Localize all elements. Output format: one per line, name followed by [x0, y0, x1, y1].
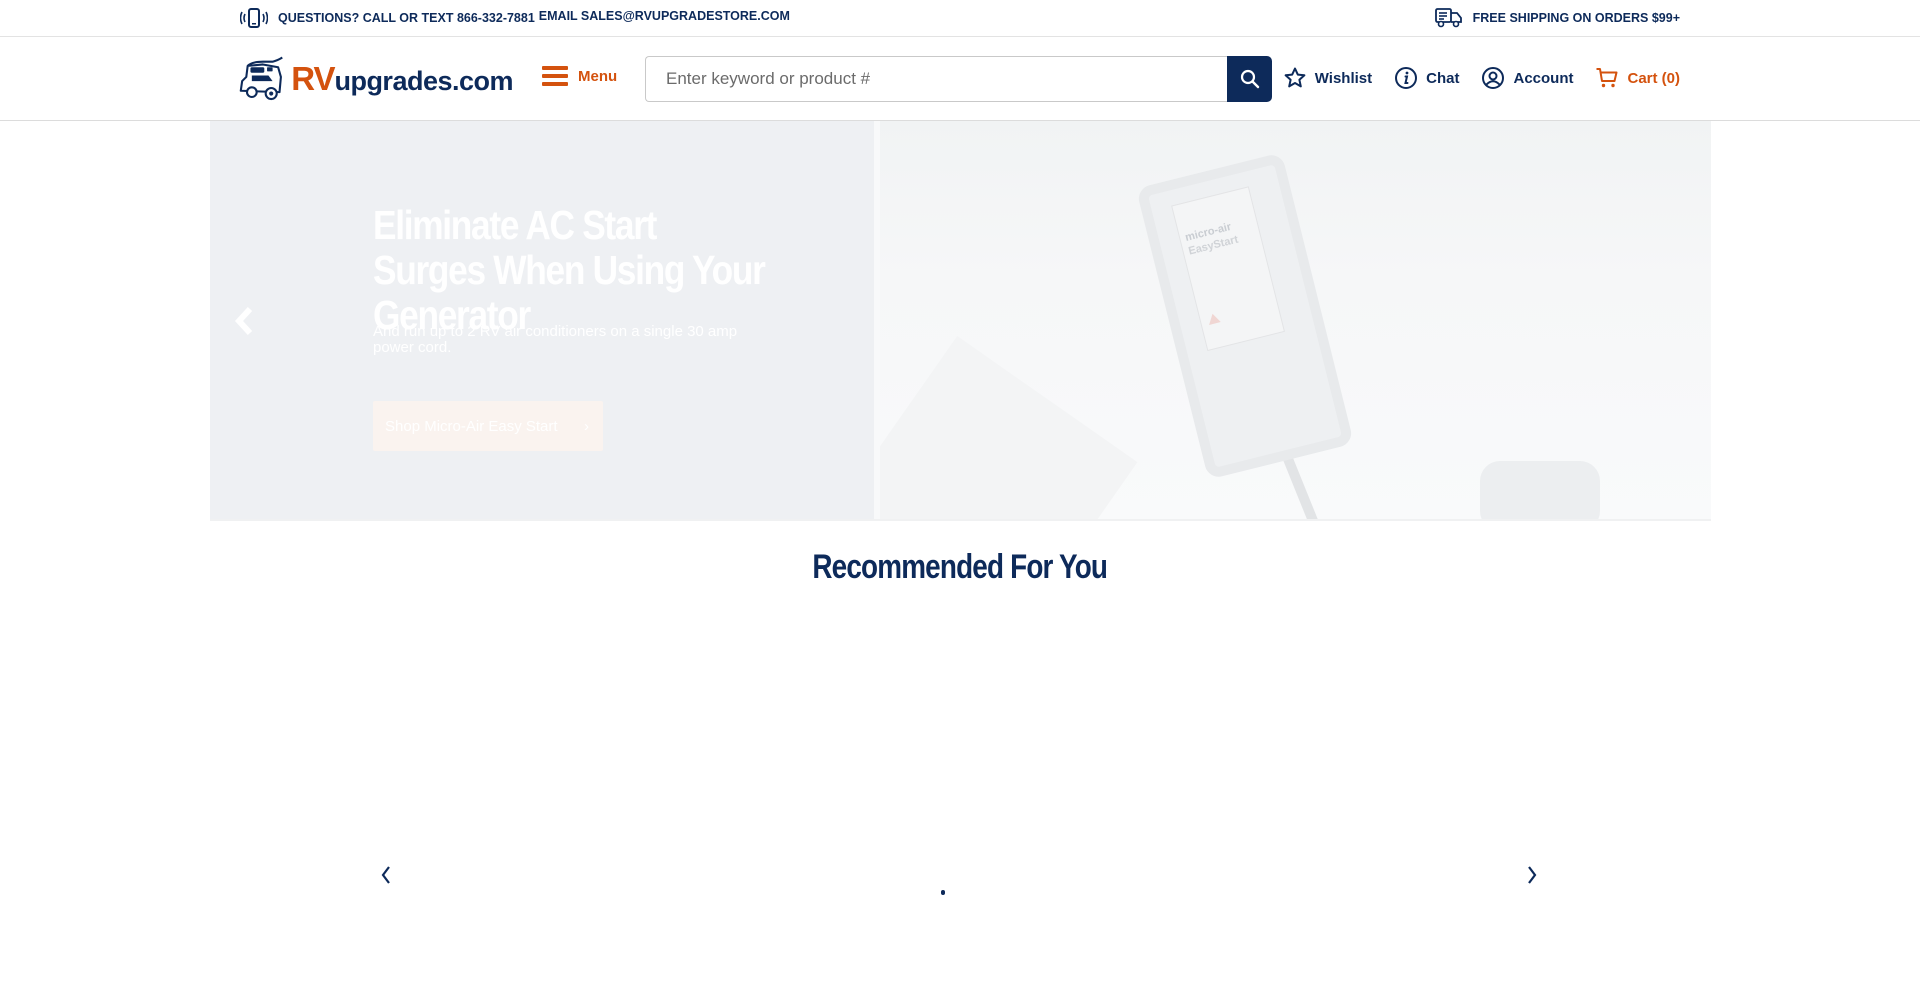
search-bar	[645, 56, 1272, 102]
hero-carousel: Eliminate AC Start Surges When Using You…	[210, 121, 1711, 521]
hero-cta-label: Shop Micro-Air Easy Start	[385, 417, 558, 435]
wishlist-label: Wishlist	[1314, 69, 1373, 87]
recommended-heading: Recommended For You	[0, 548, 1920, 587]
hero-prev-arrow-icon[interactable]	[230, 303, 260, 339]
top-utility-bar: QUESTIONS? CALL OR TEXT 866-332-7881 EMA…	[0, 0, 1920, 37]
chat-label: Chat	[1426, 69, 1460, 87]
logo-rv: RV	[291, 60, 335, 97]
search-icon	[1240, 69, 1259, 89]
menu-button[interactable]: Menu	[542, 66, 617, 86]
account-label: Account	[1513, 69, 1574, 87]
logo-domain: upgrades.com	[334, 66, 513, 96]
hero-product-image[interactable]: micro-air EasyStart	[880, 121, 1711, 520]
background-shape	[880, 335, 1138, 520]
hero-text-panel: Eliminate AC Start Surges When Using You…	[210, 121, 874, 520]
header-actions: Wishlist Chat Account Cart (0)	[1261, 66, 1680, 90]
cart-link[interactable]: Cart (0)	[1595, 66, 1680, 90]
logo-wordmark: RVupgrades.com	[291, 60, 513, 98]
easystart-device: micro-air EasyStart	[1135, 152, 1355, 480]
phone-vibrate-icon	[240, 8, 268, 28]
delivery-truck-icon	[1434, 8, 1462, 28]
background-shape	[1480, 461, 1600, 520]
chevron-right-icon: ›	[584, 417, 589, 435]
device-label-panel	[1171, 186, 1286, 352]
rv-logo-icon	[239, 56, 283, 101]
free-shipping-text: FREE SHIPPING ON ORDERS $99+	[1472, 11, 1680, 25]
site-logo[interactable]: RVupgrades.com	[238, 48, 513, 110]
cart-label: Cart (0)	[1627, 69, 1680, 87]
cart-icon	[1596, 68, 1618, 88]
chat-link[interactable]: Chat	[1394, 66, 1459, 90]
carousel-page-dot[interactable]	[941, 890, 945, 895]
hamburger-icon	[542, 66, 568, 86]
contact-info: QUESTIONS? CALL OR TEXT 866-332-7881 EMA…	[240, 8, 790, 28]
phone-link[interactable]: QUESTIONS? CALL OR TEXT 866-332-7881	[278, 11, 535, 25]
recommended-prev-arrow-icon[interactable]	[378, 864, 394, 886]
recommended-next-arrow-icon[interactable]	[1524, 864, 1540, 886]
menu-label: Menu	[578, 67, 618, 85]
account-link[interactable]: Account	[1481, 66, 1573, 90]
hero-cta-button[interactable]: Shop Micro-Air Easy Start ›	[373, 401, 603, 451]
product-cable	[1281, 452, 1329, 520]
email-link[interactable]: EMAIL SALES@RVUPGRADESTORE.COM	[539, 9, 790, 23]
hero-bottom-edge	[210, 519, 1711, 521]
hero-subtitle: And run up to 2 RV air conditioners on a…	[373, 323, 738, 356]
recommended-heading-text: Recommended For You	[812, 548, 1109, 586]
shipping-promo: FREE SHIPPING ON ORDERS $99+	[1434, 8, 1680, 28]
wishlist-link[interactable]: Wishlist	[1283, 66, 1372, 90]
user-circle-icon	[1482, 67, 1505, 89]
star-icon	[1284, 67, 1306, 88]
search-input[interactable]	[645, 56, 1227, 102]
site-header: RVupgrades.com Menu Wishlist Cha	[0, 38, 1920, 121]
info-icon	[1395, 67, 1418, 89]
hero-title: Eliminate AC Start Surges When Using You…	[373, 202, 766, 338]
